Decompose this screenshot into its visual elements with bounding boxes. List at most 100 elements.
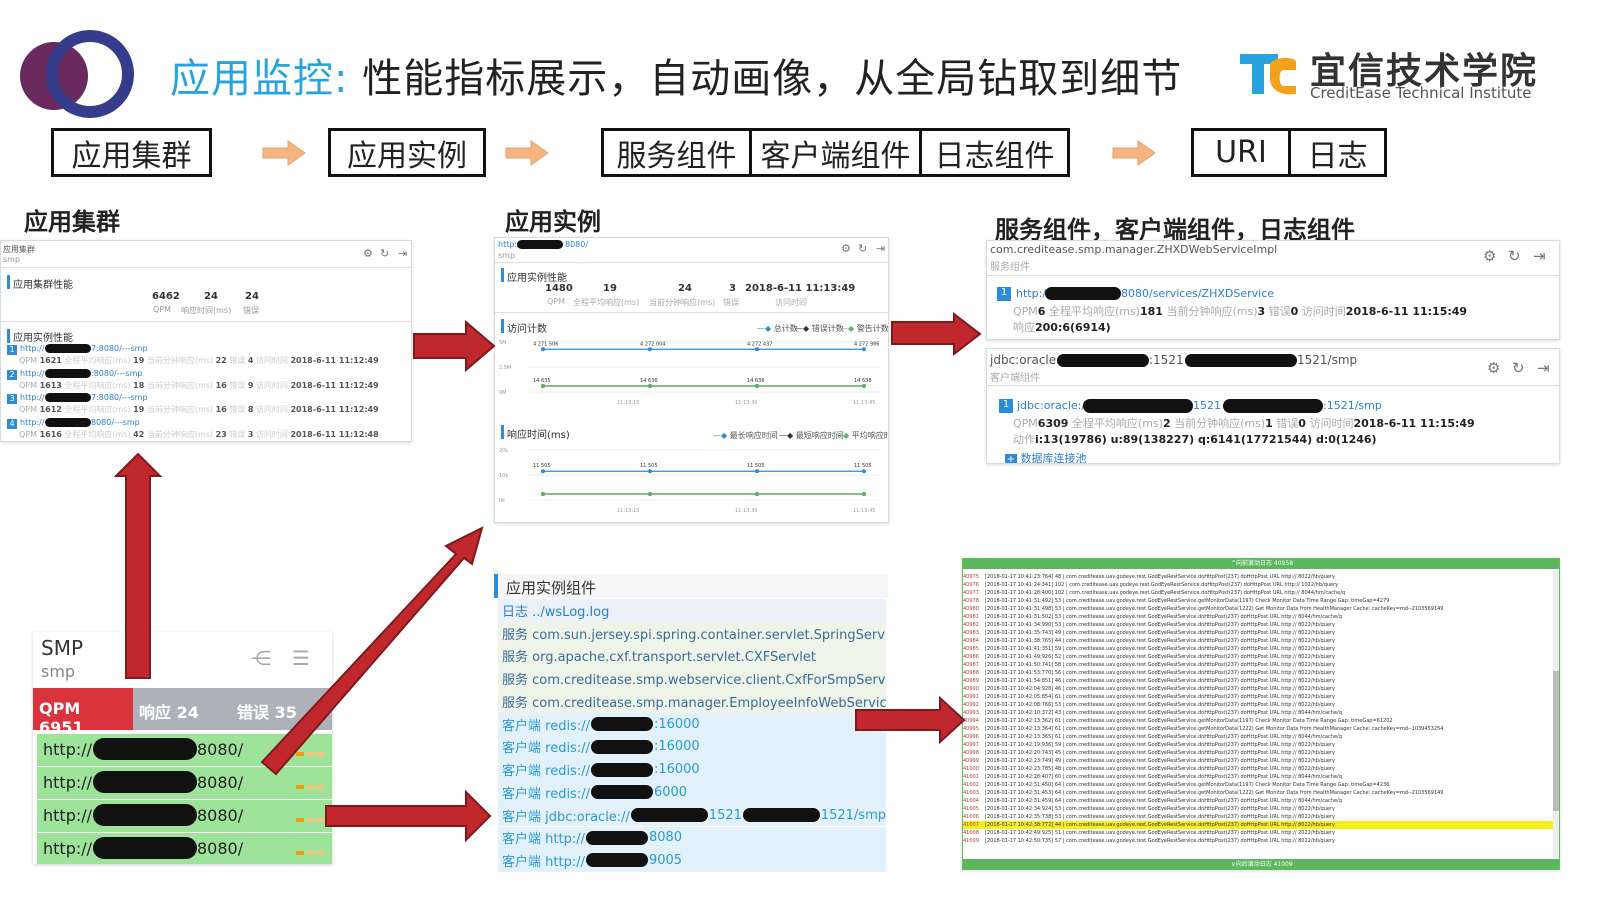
smp-row-url-b[interactable]: 8080/ <box>197 806 243 825</box>
refresh-icon[interactable]: ↻ <box>1508 247 1521 265</box>
arrow-instance-to-components <box>891 311 982 357</box>
instance-url-a[interactable]: http:// <box>20 393 45 402</box>
client-row-url-b: 8080 <box>648 830 683 846</box>
log-line: 40991 [2018-01-17 10:42:05:854] 61 | com.… <box>963 693 1553 701</box>
data-label: 4 272 986 <box>854 341 879 347</box>
log-line-text: [2018-01-17 10:41:24:341] 102 | com.cred… <box>985 582 1339 588</box>
log-line-text: [2018-01-17 10:41:31:498] 53 | com.credi… <box>985 606 1444 612</box>
gear-icon[interactable]: ⚙ <box>841 242 851 255</box>
gear-icon[interactable]: ⚙ <box>363 247 373 260</box>
exit-icon[interactable]: ⇥ <box>1537 359 1550 377</box>
refresh-icon[interactable]: ↻ <box>1512 359 1525 377</box>
component-log-row[interactable]: 日志 ../wsLog.log <box>498 599 886 622</box>
redacted-block <box>93 837 197 859</box>
log-line-text: [2018-01-17 10:41:38:765] 44 | com.credi… <box>985 638 1335 644</box>
smp-instance-row[interactable]: http:// 8080/ <box>37 800 332 832</box>
data-point <box>541 492 545 496</box>
log-line-number: 40982 <box>963 622 979 628</box>
log-line-text: [2018-01-17 10:41:31:492] 53 | com.credi… <box>985 598 1390 604</box>
exit-icon[interactable]: ⇥ <box>1533 247 1546 265</box>
cluster-instance-row[interactable]: 2 http://:8080/---smp QPM 1613 全程平均响应(ms) … <box>1 368 411 392</box>
instance-url-b[interactable]: :8080/---smp <box>91 369 142 378</box>
redacted-block <box>1083 399 1193 413</box>
smp-row-url-b[interactable]: 8080/ <box>197 773 243 792</box>
component-client-row[interactable]: 客户端 redis://:16000 <box>498 758 886 781</box>
service-sub: 服务组件 <box>990 262 1030 273</box>
gear-icon[interactable]: ⚙ <box>1483 247 1496 265</box>
smp-instance-row[interactable]: http:// 8080/ <box>37 767 332 799</box>
instance-url-a[interactable]: http:// <box>20 418 45 427</box>
component-service-row[interactable]: 服务 com.sun.jersey.spi.spring.container.s… <box>498 622 886 645</box>
instance-url-b[interactable]: 8080/---smp <box>91 418 140 427</box>
log-scroll-up[interactable]: ^向前滚动日志 40958 <box>963 559 1559 569</box>
service-class-name: com.creditease.smp.manager.ZHXDWebServic… <box>990 243 1278 256</box>
client-url-b[interactable]: 1521 <box>1193 399 1221 412</box>
instance-url-b[interactable]: 8080/ <box>565 240 588 249</box>
smp-row-url-b[interactable]: 8080/ <box>197 839 243 858</box>
client-row-url-a: 客户端 jdbc:oracle:// <box>502 809 630 825</box>
log-line-text: [2018-01-17 10:42:34:924] 53 | com.credi… <box>985 806 1335 812</box>
instance-url-b[interactable]: 7:8080/---smp <box>91 344 148 353</box>
cluster-instance-row[interactable]: 3 http:// 7:8080/---smp QPM 1612 全程平均响应(ms)… <box>1 392 411 416</box>
log-line-number: 40981 <box>963 614 979 620</box>
log-line: 41006 [2018-01-17 10:42:35:738] 53 | com.… <box>963 813 1553 821</box>
flow-arrow-3 <box>1112 140 1156 166</box>
component-service-row[interactable]: 服务 org.apache.cxf.transport.servlet.CXFS… <box>498 644 886 668</box>
data-label: 14 638 <box>854 378 872 384</box>
client-row-url-b: 9005 <box>648 852 683 868</box>
log-line-text: [2018-01-17 10:41:35:743] 49 | com.credi… <box>985 630 1335 636</box>
log-scrollbar[interactable] <box>1553 571 1559 857</box>
log-line: 41009 [2018-01-17 10:42:50:735] 57 | com.… <box>963 837 1553 845</box>
data-point <box>541 347 545 352</box>
smp-instance-row[interactable]: http:// 8080/ <box>37 833 332 864</box>
section-title-cluster: 应用集群 <box>24 208 120 236</box>
smp-row-url-a[interactable]: http:// <box>43 806 92 825</box>
share-icon[interactable]: ⋲ <box>251 646 271 670</box>
cluster-crumb: 应用集群 <box>3 245 35 254</box>
component-client-row[interactable]: 客户端 http:// 8080 <box>498 826 886 849</box>
log-scroll-down[interactable]: ∨向后滚动日志 41009 <box>963 859 1559 869</box>
cluster-instance-row[interactable]: 1 http:// 7:8080/---smp QPM 1621 全程平均响应(ms)… <box>1 343 411 367</box>
y-tick-label: 20k <box>499 448 508 454</box>
exit-icon[interactable]: ⇥ <box>398 247 407 260</box>
smp-instance-row[interactable]: http:// 8080/ <box>37 734 332 766</box>
smp-row-url-a[interactable]: http:// <box>43 773 92 792</box>
client-url-a[interactable]: jdbc:oracle:// <box>1017 399 1089 412</box>
smp-err: 错误 35 <box>237 703 297 722</box>
client-url-c[interactable]: :1521/smp <box>1323 399 1382 412</box>
refresh-icon[interactable]: ↻ <box>380 247 389 260</box>
x-tick-label: 11:13:15 <box>617 400 639 406</box>
status-mini-bars <box>295 808 325 822</box>
y-tick-label: 2.5M <box>499 365 511 371</box>
log-line-text: [2018-01-17 10:41:54:851] 46 | com.credi… <box>985 678 1335 684</box>
db-pool-toggle[interactable]: + 数据库连接池 <box>1005 450 1087 463</box>
flow-rizhi-box: 日志 <box>1288 128 1387 177</box>
component-client-row[interactable]: 客户端 jdbc:oracle:// 1521 1521/smp <box>498 803 886 827</box>
data-point <box>862 384 866 388</box>
log-line-number: 40994 <box>963 718 979 724</box>
gear-icon[interactable]: ⚙ <box>1487 359 1500 377</box>
component-client-row[interactable]: 客户端 redis://:16000 <box>498 713 886 736</box>
list-icon[interactable]: ☰ <box>292 646 310 670</box>
data-label: 14 636 <box>640 378 658 384</box>
status-mini-bars <box>295 742 325 756</box>
smp-row-url-a[interactable]: http:// <box>43 839 92 858</box>
cluster-instance-row[interactable]: 4 http:// 8080/---smp QPM 1616 全程平均响应(ms) 4… <box>1 417 411 441</box>
data-label: 14 636 <box>747 378 765 384</box>
component-service-row[interactable]: 服务 com.creditease.smp.manager.EmployeeIn… <box>498 690 886 713</box>
component-client-row[interactable]: 客户端 redis://:16000 <box>498 735 886 759</box>
component-service-row[interactable]: 服务 com.creditease.smp.webservice.client.… <box>498 667 886 690</box>
component-client-row[interactable]: 客户端 http:// 9005 <box>498 849 886 872</box>
refresh-icon[interactable]: ↻ <box>858 242 867 255</box>
instance-url-a[interactable]: http:// <box>20 369 45 378</box>
instance-url-a[interactable]: http:// <box>20 344 45 353</box>
smp-row-url-b[interactable]: 8080/ <box>197 740 243 759</box>
smp-row-url-a[interactable]: http:// <box>43 740 92 759</box>
instance-url-b[interactable]: 7:8080/---smp <box>91 393 148 402</box>
service-url-b[interactable]: 8080/services/ZHXDService <box>1121 287 1274 300</box>
smp-app-card[interactable]: SMP smp ⋲ ☰ QPM 6951 响应 24 错误 35 http://… <box>33 632 332 864</box>
log-line: 40988 [2018-01-17 10:41:53:770] 56 | com.… <box>963 669 1553 677</box>
component-client-row[interactable]: 客户端 redis:// 6000 <box>498 781 886 804</box>
exit-icon[interactable]: ⇥ <box>876 242 885 255</box>
instance-lbl-err: 错误 <box>723 298 739 307</box>
